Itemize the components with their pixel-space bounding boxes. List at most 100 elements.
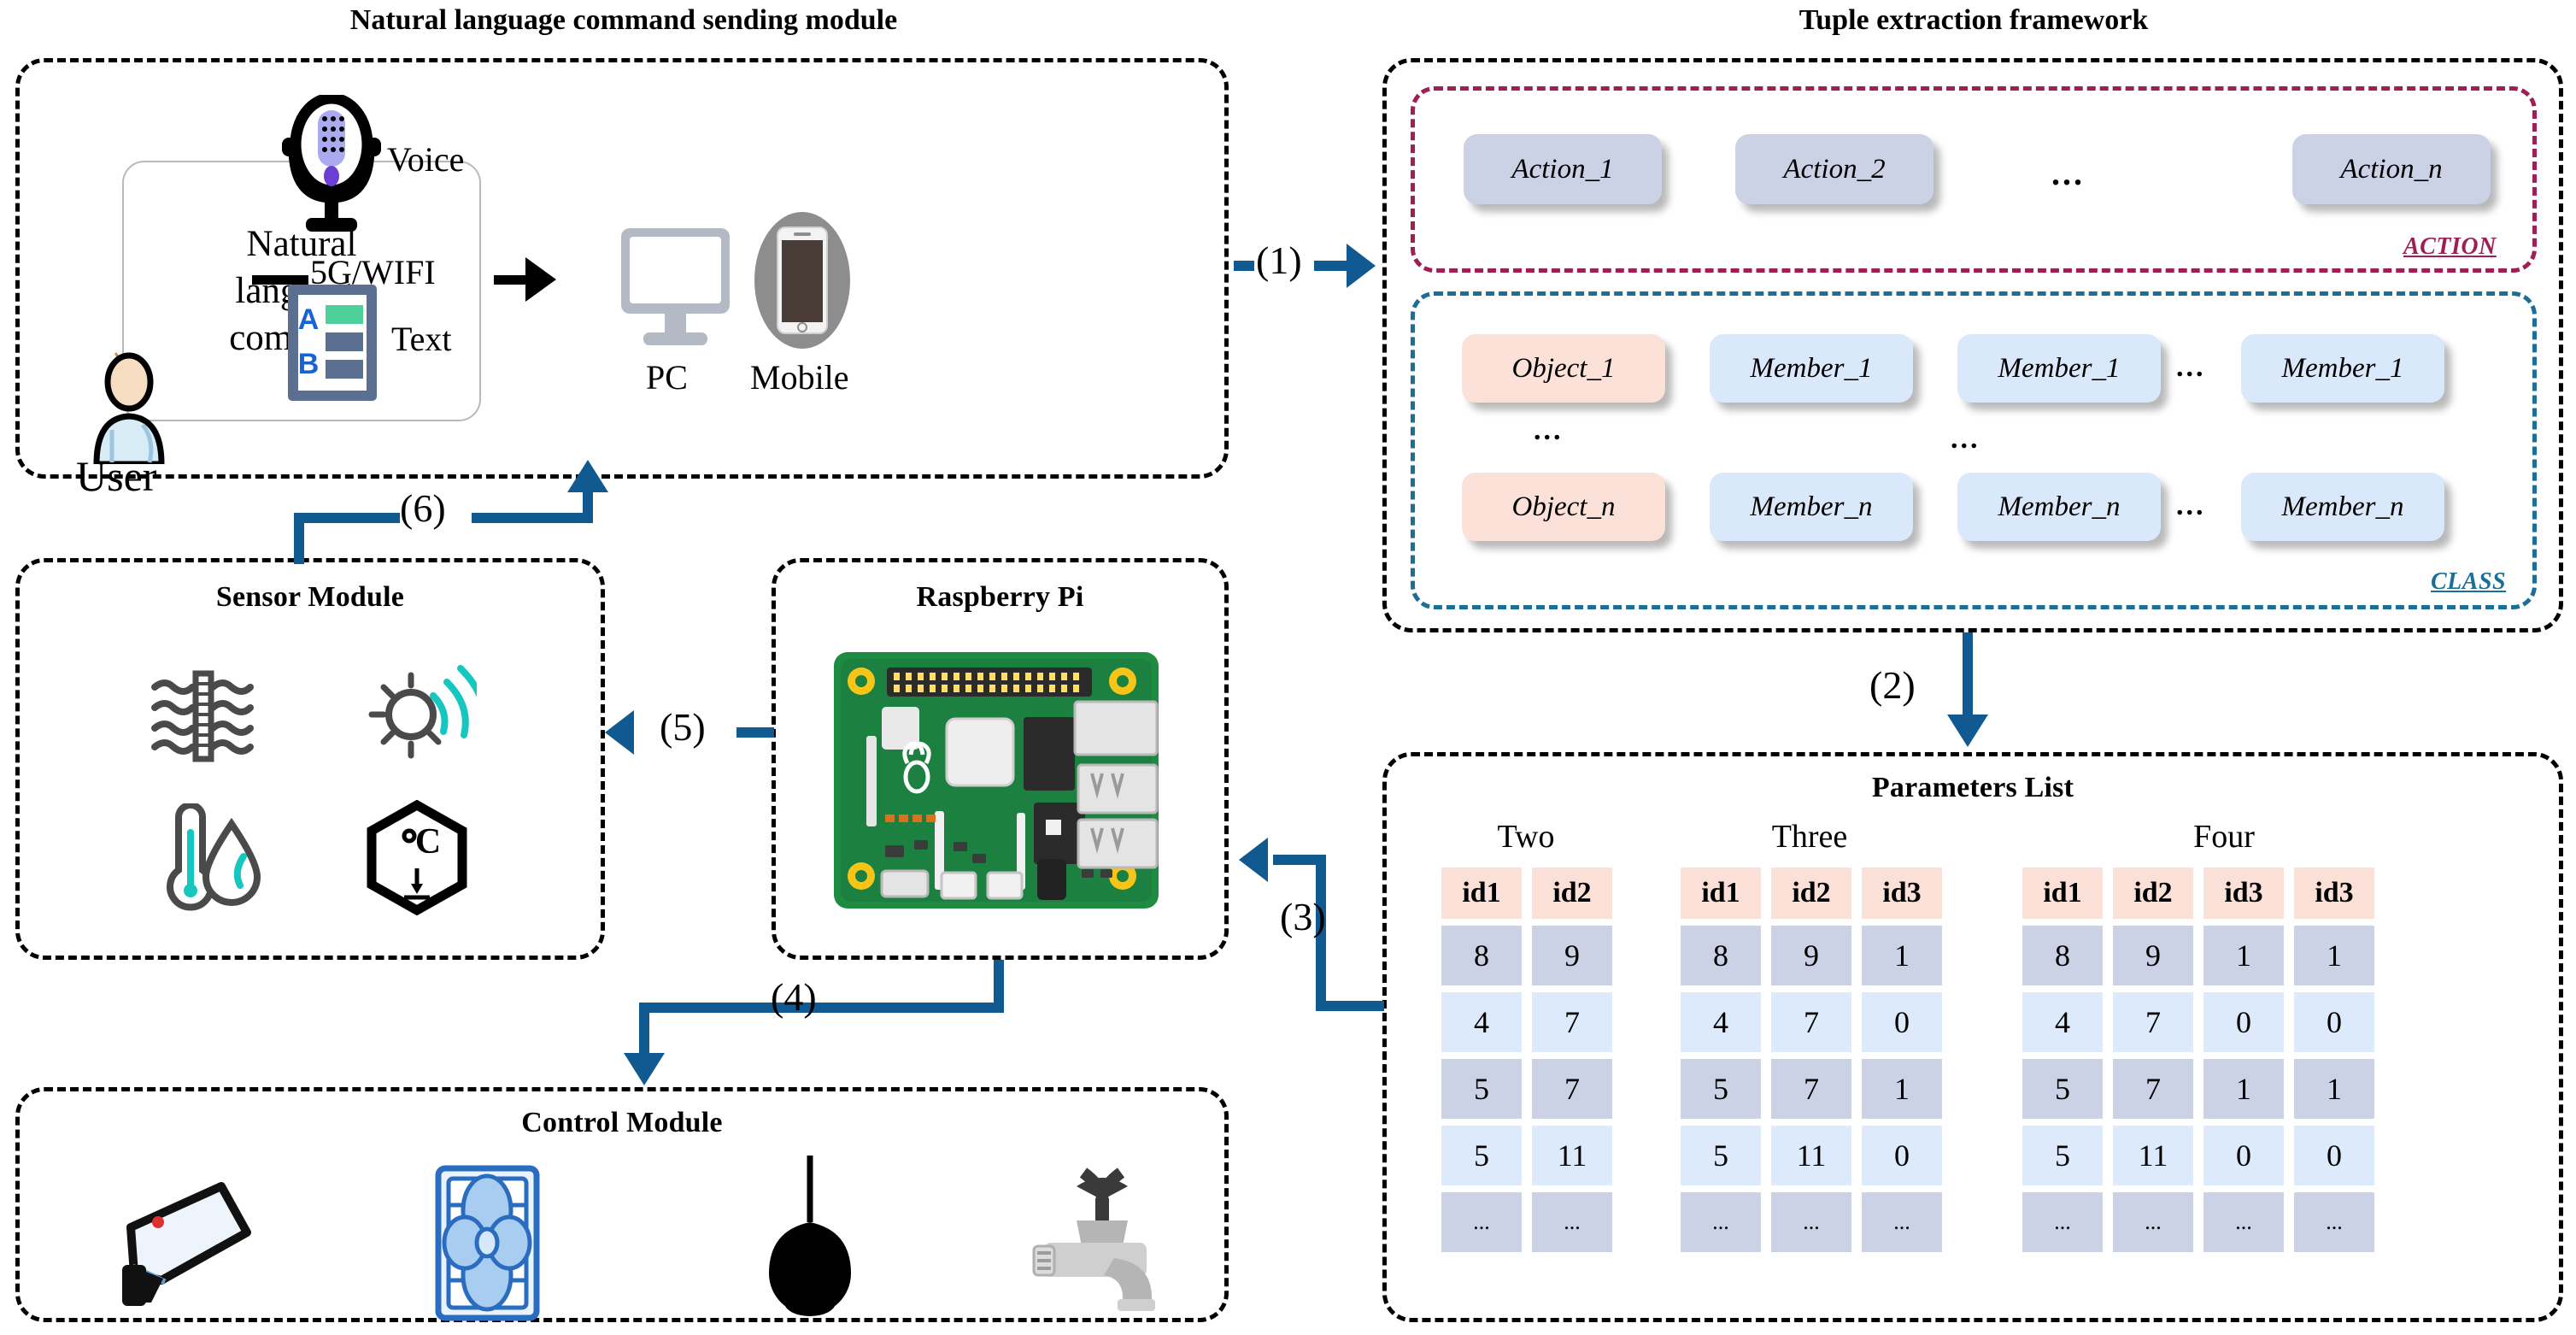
connector-6-arrowhead-icon (567, 460, 608, 492)
param-cell: 7 (2113, 1059, 2193, 1119)
param-cell: 5 (1681, 1059, 1761, 1119)
raspberry-pi-title: Raspberry Pi (916, 581, 1084, 613)
tuple-extraction-framework: ACTION Action_1 Action_2 ... Action_n CL… (1382, 58, 2563, 632)
water-tap-icon (1032, 1167, 1155, 1311)
user-label: User (76, 452, 157, 500)
connector-3-seg-top (1273, 855, 1326, 865)
connector-4-arrowhead-icon (624, 1053, 665, 1085)
raspberry-pi-board-image (834, 652, 1159, 909)
param-cell: 1 (1862, 1059, 1942, 1119)
control-module: Control Module (15, 1087, 1229, 1322)
param-cell: 0 (1862, 992, 1942, 1052)
param-cell: 11 (1532, 1126, 1612, 1185)
security-camera-icon (122, 1182, 251, 1306)
param-cell: 0 (2203, 992, 2284, 1052)
action-tag-label: ACTION (2403, 233, 2497, 260)
connector-4-label: (4) (771, 975, 817, 1019)
temperature-probe-sensor-icon: C (367, 800, 467, 915)
link-label: 5G/WIFI (310, 253, 436, 291)
param-cell: 4 (1441, 992, 1522, 1052)
param-cell: 0 (2294, 1126, 2374, 1185)
mobile-phone-icon (754, 212, 850, 349)
param-cell: 5 (1441, 1126, 1522, 1185)
group-name-two: Two (1497, 819, 1555, 855)
param-cell: 11 (1771, 1126, 1851, 1185)
param-cell: ... (1441, 1192, 1522, 1252)
param-cell: 7 (1771, 992, 1851, 1052)
sensor-module: Sensor Module C (15, 558, 605, 960)
connector-6-seg-horizontal-right (472, 513, 593, 523)
member-chip: Member_n (2241, 473, 2444, 541)
pc-monitor-icon (621, 228, 730, 345)
svg-text:B: B (298, 348, 320, 380)
param-cell: ... (2022, 1192, 2103, 1252)
object-chip: Object_n (1462, 473, 1665, 541)
param-cell: 0 (1862, 1126, 1942, 1185)
member-row-ellipsis: ... (2176, 490, 2206, 521)
raspberry-pi-module: Raspberry Pi (772, 558, 1229, 960)
parameters-list-module: Parameters List Two Three Four id1 id2 8… (1382, 752, 2563, 1322)
member-chip: Member_n (1710, 473, 1913, 541)
param-cell: 8 (1441, 926, 1522, 985)
member-row-ellipsis: ... (2176, 351, 2206, 383)
mobile-label: Mobile (750, 358, 849, 397)
action-ellipsis: ... (2051, 154, 2085, 192)
pc-label: PC (646, 358, 688, 397)
connector-5-label: (5) (660, 705, 706, 749)
param-cell: 9 (1771, 926, 1851, 985)
param-header-cell: id3 (2294, 867, 2374, 919)
param-cell: 8 (2022, 926, 2103, 985)
microphone-icon (282, 95, 381, 232)
sensor-module-title: Sensor Module (215, 581, 405, 613)
param-header-cell: id2 (2113, 867, 2193, 919)
param-header-cell: id1 (1681, 867, 1761, 919)
param-cell: 5 (1441, 1059, 1522, 1119)
param-header-cell: id3 (1862, 867, 1942, 919)
connector-6-label: (6) (400, 486, 446, 530)
temperature-humidity-sensor-icon (167, 803, 261, 911)
connector-4-seg-horizontal (639, 1003, 1004, 1013)
svg-text:C: C (415, 822, 441, 862)
param-cell: 7 (2113, 992, 2193, 1052)
param-cell: 1 (2203, 926, 2284, 985)
connector-1-arrowhead-icon (1347, 244, 1376, 288)
connector-3-label: (3) (1280, 895, 1326, 938)
param-header-cell: id2 (1532, 867, 1612, 919)
parameters-list-title: Parameters List (1871, 772, 2074, 803)
text-label: Text (391, 320, 452, 358)
param-cell: 7 (1771, 1059, 1851, 1119)
ventilation-fan-icon (435, 1165, 540, 1321)
nl-module-title: Natural language command sending module (349, 4, 898, 36)
param-cell: ... (1681, 1192, 1761, 1252)
text-document-icon: A B (288, 285, 377, 401)
connector-3-seg-bottom (1316, 1001, 1384, 1011)
action-chip: Action_n (2292, 134, 2491, 204)
class-tag-label: CLASS (2431, 568, 2507, 595)
param-cell: 0 (2203, 1126, 2284, 1185)
member-chip: Member_n (1957, 473, 2161, 541)
param-cell: ... (1532, 1192, 1612, 1252)
param-header-cell: id1 (2022, 867, 2103, 919)
param-cell: 7 (1532, 1059, 1612, 1119)
param-cell: 9 (2113, 926, 2193, 985)
connector-3-arrowhead-icon (1239, 838, 1268, 882)
param-cell: 1 (1862, 926, 1942, 985)
link-arrow-head-icon (525, 257, 556, 302)
connector-6-seg-horizontal-left (294, 513, 400, 523)
param-cell: 0 (2294, 992, 2374, 1052)
param-cell: 7 (1532, 992, 1612, 1052)
tuple-framework-title: Tuple extraction framework (1799, 4, 2149, 36)
param-header-cell: id2 (1771, 867, 1851, 919)
connector-4-seg-vertical-left (639, 1003, 649, 1056)
connector-1-shaft (1314, 261, 1348, 271)
action-chip: Action_1 (1464, 134, 1662, 204)
connector-2-shaft (1963, 632, 1973, 716)
param-header-cell: id1 (1441, 867, 1522, 919)
param-cell: ... (2113, 1192, 2193, 1252)
control-module-title: Control Module (521, 1107, 723, 1138)
connector-5-shaft (736, 727, 774, 738)
connector-2-arrowhead-icon (1947, 715, 1988, 747)
param-cell: 5 (2022, 1126, 2103, 1185)
param-cell: ... (2294, 1192, 2374, 1252)
param-cell: 4 (1681, 992, 1761, 1052)
